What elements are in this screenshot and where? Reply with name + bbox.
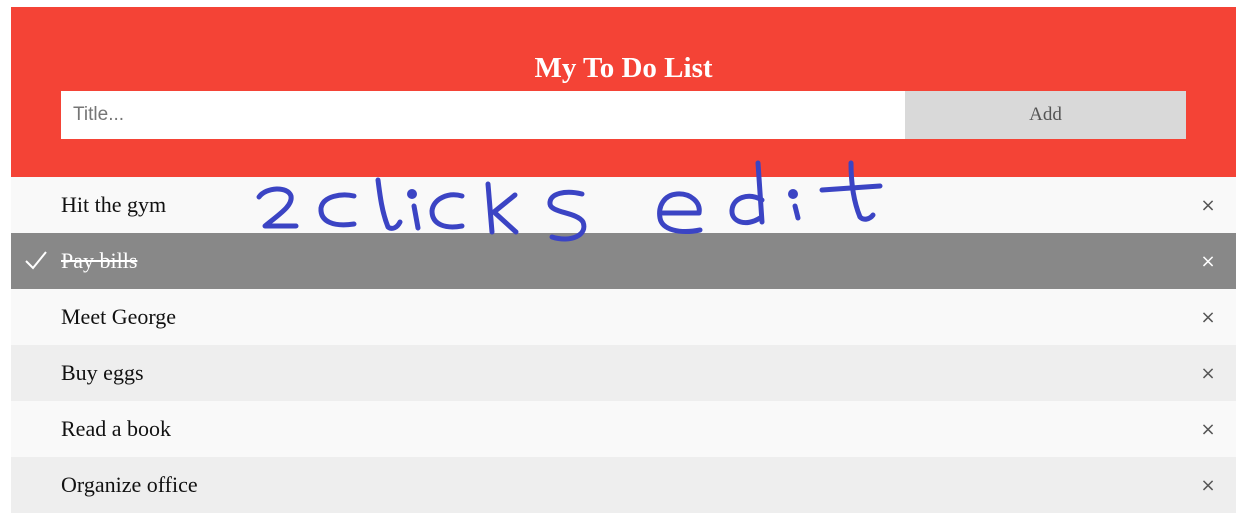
close-icon[interactable]: × [1180, 401, 1236, 457]
checkmark-icon [25, 251, 47, 270]
close-icon[interactable]: × [1180, 177, 1236, 233]
add-todo-form: Add [61, 91, 1186, 139]
todo-item[interactable]: Read a book × [11, 401, 1236, 457]
todo-item[interactable]: Organize office × [11, 457, 1236, 513]
title-input[interactable] [61, 91, 905, 139]
todo-app: My To Do List Add Hit the gym × Pay bill… [11, 7, 1236, 513]
close-icon[interactable]: × [1180, 289, 1236, 345]
todo-item[interactable]: Hit the gym × [11, 177, 1236, 233]
todo-item[interactable]: Meet George × [11, 289, 1236, 345]
header: My To Do List Add [11, 7, 1236, 177]
todo-text: Meet George [61, 304, 177, 329]
close-icon[interactable]: × [1180, 345, 1236, 401]
todo-list: Hit the gym × Pay bills × Meet George × … [11, 177, 1236, 513]
close-icon[interactable]: × [1180, 233, 1236, 289]
close-icon[interactable]: × [1180, 457, 1236, 513]
todo-item-checked[interactable]: Pay bills × [11, 233, 1236, 289]
add-button[interactable]: Add [905, 91, 1186, 139]
todo-text: Hit the gym [61, 192, 167, 217]
todo-item[interactable]: Buy eggs × [11, 345, 1236, 401]
todo-text: Organize office [61, 472, 198, 497]
todo-text: Buy eggs [61, 360, 144, 385]
todo-text: Read a book [61, 416, 171, 441]
todo-text: Pay bills [61, 248, 138, 273]
page-title: My To Do List [534, 52, 713, 84]
